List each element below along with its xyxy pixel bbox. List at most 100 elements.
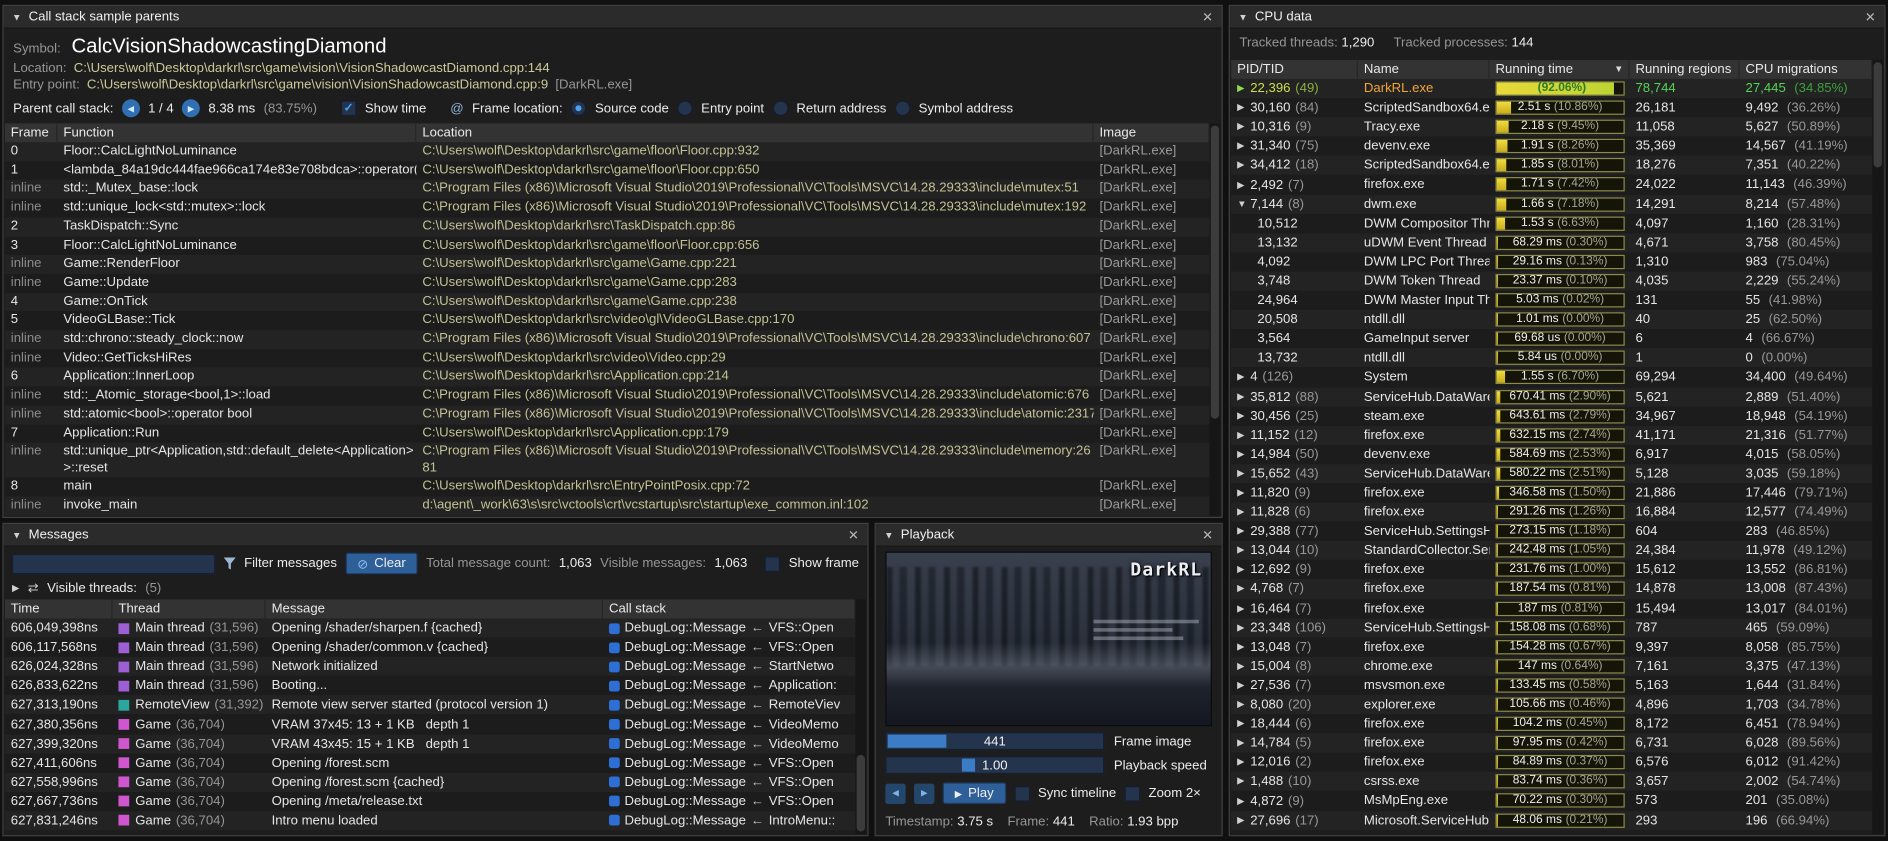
close-icon[interactable]: ✕: [1202, 527, 1213, 543]
message-callstack-cell[interactable]: DebugLog::Message ← Application:: [603, 676, 855, 695]
expand-icon[interactable]: ▶: [1237, 426, 1250, 445]
expand-icon[interactable]: ▶: [1237, 753, 1250, 772]
message-row[interactable]: 627,411,606ns Game (36,704) Opening /for…: [5, 753, 856, 772]
expand-icon[interactable]: ▶: [1237, 580, 1250, 599]
message-row[interactable]: 627,558,996ns Game (36,704) Opening /for…: [5, 773, 856, 792]
expand-icon[interactable]: ▶: [1237, 387, 1250, 406]
cpu-process-row[interactable]: ▶ 31,340 (75) devenv.exe 1.91 s (8.26%) …: [1231, 137, 1872, 156]
expand-icon[interactable]: ▶: [12, 583, 19, 594]
cpu-process-row[interactable]: ▶ 27,536 (7) msvsmon.exe 133.45 ms (0.58…: [1231, 676, 1872, 695]
callstack-frame-row[interactable]: inline invoke_main d:\agent\_work\63\s\s…: [5, 497, 1210, 516]
message-row[interactable]: 606,117,568ns Main thread (31,596) Openi…: [5, 638, 856, 657]
expand-icon[interactable]: ▶: [1237, 599, 1250, 618]
callstack-frame-row[interactable]: inline std::_Mutex_base::lock C:\Program…: [5, 180, 1210, 199]
cpu-process-row[interactable]: ▶ 10,316 (9) Tracy.exe 2.18 s (9.45%) 11…: [1231, 117, 1872, 136]
expand-icon[interactable]: ▶: [1237, 772, 1250, 791]
column-header-callstack[interactable]: Call stack: [603, 599, 855, 618]
cpu-process-row[interactable]: ▶ 13,044 (10) StandardCollector.Servic 2…: [1231, 541, 1872, 560]
message-callstack-cell[interactable]: DebugLog::Message ← VFS::Open: [603, 753, 855, 772]
cpu-process-row[interactable]: ▶ 13,048 (7) firefox.exe 154.28 ms (0.67…: [1231, 637, 1872, 656]
expand-icon[interactable]: ▶: [1237, 676, 1250, 695]
cpu-process-row[interactable]: ▶ 34,412 (18) ScriptedSandbox64.exe 1.85…: [1231, 156, 1872, 175]
cpu-process-row[interactable]: ▶ 14,984 (50) devenv.exe 584.69 ms (2.53…: [1231, 445, 1872, 464]
message-row[interactable]: 627,399,320ns Game (36,704) VRAM 43x45: …: [5, 734, 856, 753]
callstack-frame-row[interactable]: 1 <lambda_84a19dc444fae966ca174e83e708bd…: [5, 161, 1210, 180]
show-time-checkbox[interactable]: ✓: [341, 100, 357, 116]
cpu-process-row[interactable]: ▶ 16,464 (7) firefox.exe 187 ms (0.81%) …: [1231, 599, 1872, 618]
cpu-process-row[interactable]: ▶ 18,444 (6) firefox.exe 104.2 ms (0.45%…: [1231, 714, 1872, 733]
cpu-process-row[interactable]: ▶ 4,872 (9) MsMpEng.exe 70.22 ms (0.30%)…: [1231, 791, 1872, 810]
callstack-frame-row[interactable]: 3 Floor::CalcLightNoLuminance C:\Users\w…: [5, 236, 1210, 255]
expand-icon[interactable]: ▶: [1237, 541, 1250, 560]
expand-icon[interactable]: ▶: [1237, 98, 1250, 117]
visible-threads-row[interactable]: ▶ ⇄ Visible threads: (5): [4, 580, 868, 600]
cpu-process-row[interactable]: ▶ 27,696 (17) Microsoft.ServiceHub.Co 48…: [1231, 811, 1872, 830]
expand-icon[interactable]: ▶: [1237, 714, 1250, 733]
callstack-frame-row[interactable]: 0 Floor::CalcLightNoLuminance C:\Users\w…: [5, 142, 1210, 161]
prev-frame-button[interactable]: ◀: [885, 783, 905, 803]
scrollbar-thumb[interactable]: [1211, 126, 1219, 419]
collapse-icon[interactable]: ▼: [12, 529, 21, 540]
expand-icon[interactable]: ▶: [1237, 695, 1250, 714]
frame-location-return-address-radio[interactable]: [772, 100, 788, 116]
next-frame-button[interactable]: ▶: [914, 783, 934, 803]
cpu-process-row[interactable]: 4,092 DWM LPC Port Thread 29.16 ms (0.13…: [1231, 252, 1872, 271]
message-callstack-cell[interactable]: DebugLog::Message ← RemoteViev: [603, 696, 855, 715]
cpu-process-row[interactable]: ▶ 35,812 (88) ServiceHub.DataWarehou 670…: [1231, 387, 1872, 406]
cpu-process-row[interactable]: ▶ 23,348 (106) ServiceHub.SettingsHost 1…: [1231, 618, 1872, 637]
cpu-process-row[interactable]: ▶ 12,016 (2) firefox.exe 84.89 ms (0.37%…: [1231, 753, 1872, 772]
messages-window-header[interactable]: ▼ Messages ✕: [4, 524, 868, 547]
cpu-process-row[interactable]: ▶ 30,160 (84) ScriptedSandbox64.exe 2.51…: [1231, 98, 1872, 117]
scrollbar-thumb[interactable]: [1874, 62, 1882, 167]
cpu-process-row[interactable]: ▶ 12,692 (9) firefox.exe 231.76 ms (1.00…: [1231, 560, 1872, 579]
playback-window-header[interactable]: ▼ Playback ✕: [876, 524, 1222, 547]
message-callstack-cell[interactable]: DebugLog::Message ← VFS::Open: [603, 792, 855, 811]
cpu-process-row[interactable]: ▶ 15,652 (43) ServiceHub.DataWarehou 580…: [1231, 464, 1872, 483]
column-header-function[interactable]: Function: [57, 123, 416, 142]
column-header-running-regions[interactable]: Running regions: [1629, 60, 1739, 79]
message-callstack-cell[interactable]: DebugLog::Message ← VideoMemo: [603, 734, 855, 753]
cpu-process-row[interactable]: 13,132 uDWM Event Thread 68.29 ms (0.30%…: [1231, 233, 1872, 252]
cpu-process-row[interactable]: ▶ 22,396 (49) DarkRL.exe (92.06%) 78,744…: [1231, 79, 1872, 98]
callstack-frame-row[interactable]: 7 Application::Run C:\Users\wolf\Desktop…: [5, 424, 1210, 443]
cpu-process-row[interactable]: 20,508 ntdll.dll 1.01 ms (0.00%) 40 25 (…: [1231, 310, 1872, 329]
callstack-frame-row[interactable]: 4 Game::OnTick C:\Users\wolf\Desktop\dar…: [5, 293, 1210, 312]
callstack-frame-row[interactable]: inline Game::RenderFloor C:\Users\wolf\D…: [5, 255, 1210, 274]
cpu-process-row[interactable]: ▶ 11,828 (6) firefox.exe 291.26 ms (1.26…: [1231, 503, 1872, 522]
cpu-process-row[interactable]: 10,512 DWM Compositor Thread 1.53 s (6.6…: [1231, 214, 1872, 233]
scrollbar[interactable]: [1210, 123, 1221, 515]
scrollbar[interactable]: [1872, 60, 1883, 834]
callstack-frame-row[interactable]: 2 TaskDispatch::Sync C:\Users\wolf\Deskt…: [5, 218, 1210, 237]
expand-icon[interactable]: ▶: [1237, 156, 1250, 175]
callstack-frame-row[interactable]: inline std::_Atomic_storage<bool,1>::loa…: [5, 387, 1210, 406]
expand-icon[interactable]: ▶: [1237, 464, 1250, 483]
expand-icon[interactable]: ▶: [1237, 175, 1250, 194]
cpu-process-row[interactable]: ▶ 15,004 (8) chrome.exe 147 ms (0.64%) 7…: [1231, 657, 1872, 676]
cpu-process-row[interactable]: ▶ 29,388 (77) ServiceHub.SettingsHost 27…: [1231, 522, 1872, 541]
callstack-frame-row[interactable]: 5 VideoGLBase::Tick C:\Users\wolf\Deskto…: [5, 311, 1210, 330]
message-callstack-cell[interactable]: DebugLog::Message ← IntroMenu::: [603, 811, 855, 830]
message-row[interactable]: 627,380,356ns Game (36,704) VRAM 37x45: …: [5, 715, 856, 734]
message-filter-input[interactable]: [12, 553, 215, 573]
message-row[interactable]: 627,831,246ns Game (36,704) Intro menu l…: [5, 811, 856, 830]
expand-icon[interactable]: ▶: [1237, 137, 1250, 156]
close-icon[interactable]: ✕: [1865, 9, 1876, 25]
message-callstack-cell[interactable]: DebugLog::Message ← VFS::Open: [603, 773, 855, 792]
expand-icon[interactable]: ▶: [1237, 406, 1250, 425]
expand-icon[interactable]: ▶: [1237, 657, 1250, 676]
expand-icon[interactable]: ▶: [1237, 522, 1250, 541]
close-icon[interactable]: ✕: [1202, 9, 1213, 25]
column-header-pid-tid[interactable]: PID/TID: [1231, 60, 1358, 79]
frame-location-entry-point-radio[interactable]: [677, 100, 693, 116]
cpu-process-row[interactable]: ▼ 7,144 (8) dwm.exe 1.66 s (7.18%) 14,29…: [1231, 194, 1872, 213]
message-callstack-cell[interactable]: DebugLog::Message ← VFS::Open: [603, 638, 855, 657]
cpu-process-row[interactable]: 24,964 DWM Master Input Thread 5.03 ms (…: [1231, 291, 1872, 310]
callstack-frame-row[interactable]: inline std::atomic<bool>::operator bool …: [5, 405, 1210, 424]
message-row[interactable]: 627,667,736ns Game (36,704) Opening /met…: [5, 792, 856, 811]
expand-icon[interactable]: ▶: [1237, 560, 1250, 579]
expand-icon[interactable]: ▶: [1237, 791, 1250, 810]
play-button[interactable]: ▶ Play: [943, 782, 1006, 804]
message-callstack-cell[interactable]: DebugLog::Message ← VideoMemo: [603, 715, 855, 734]
column-header-frame[interactable]: Frame: [5, 123, 58, 142]
cpu-process-row[interactable]: ▶ 11,820 (9) firefox.exe 346.58 ms (1.50…: [1231, 483, 1872, 502]
